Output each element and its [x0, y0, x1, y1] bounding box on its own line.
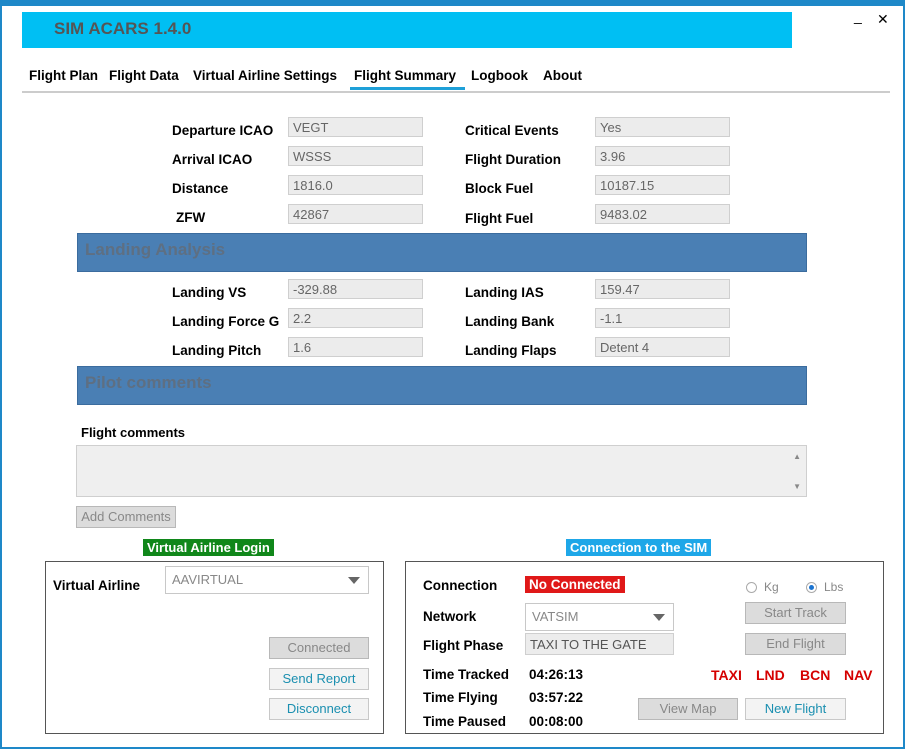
kg-radio[interactable] [746, 582, 757, 593]
distance-label: Distance [172, 181, 229, 196]
flight-duration-field[interactable]: 3.96 [595, 146, 730, 166]
network-label: Network [423, 609, 477, 624]
time-paused-value: 00:08:00 [529, 714, 584, 729]
flight-fuel-field[interactable]: 9483.02 [595, 204, 730, 224]
pilot-comments-title: Pilot comments [85, 373, 212, 392]
connection-status-badge: No Connected [525, 576, 625, 593]
chevron-down-icon [348, 577, 360, 584]
tab-flight-data[interactable]: Flight Data [109, 68, 179, 83]
time-flying-label: Time Flying [423, 690, 498, 705]
connected-button[interactable]: Connected [269, 637, 369, 659]
lbs-radio-label: Lbs [824, 580, 844, 594]
block-fuel-field[interactable]: 10187.15 [595, 175, 730, 195]
window-top-border [0, 0, 905, 6]
landing-pitch-label: Landing Pitch [172, 343, 262, 358]
tab-flight-plan[interactable]: Flight Plan [29, 68, 98, 83]
scroll-up-icon[interactable]: ▲ [793, 452, 801, 461]
new-flight-button[interactable]: New Flight [745, 698, 846, 720]
network-value: VATSIM [532, 609, 579, 624]
phase-indicator-taxi: TAXI [711, 667, 742, 683]
phase-indicator-nav: NAV [844, 667, 873, 683]
time-paused-label: Time Paused [423, 714, 507, 729]
distance-field[interactable]: 1816.0 [288, 175, 423, 195]
landing-flaps-label: Landing Flaps [465, 343, 557, 358]
flight-phase-field[interactable]: TAXI TO THE GATE [525, 633, 674, 655]
tab-virtual-airline-settings[interactable]: Virtual Airline Settings [193, 68, 337, 83]
flight-comments-label: Flight comments [81, 425, 186, 440]
flight-duration-label: Flight Duration [465, 152, 561, 167]
landing-bank-label: Landing Bank [465, 314, 555, 329]
end-flight-button[interactable]: End Flight [745, 633, 846, 655]
departure-icao-field[interactable]: VEGT [288, 117, 423, 137]
critical-events-field[interactable]: Yes [595, 117, 730, 137]
virtual-airline-label: Virtual Airline [53, 578, 141, 593]
start-track-button[interactable]: Start Track [745, 602, 846, 624]
tab-flight-summary[interactable]: Flight Summary [350, 68, 466, 90]
view-map-button[interactable]: View Map [638, 698, 738, 720]
flight-phase-label: Flight Phase [423, 638, 504, 653]
phase-indicator-bcn: BCN [800, 667, 831, 683]
minimize-button[interactable]: _ [854, 8, 862, 24]
critical-events-label: Critical Events [465, 123, 559, 138]
pilot-comments-header: Pilot comments [77, 366, 807, 405]
kg-radio-label: Kg [764, 580, 779, 594]
landing-analysis-header: Landing Analysis [77, 233, 807, 272]
landing-flaps-field[interactable]: Detent 4 [595, 337, 730, 357]
disconnect-button[interactable]: Disconnect [269, 698, 369, 720]
window-left-border [0, 0, 2, 749]
time-tracked-label: Time Tracked [423, 667, 510, 682]
flight-fuel-label: Flight Fuel [465, 211, 534, 226]
landing-ias-field[interactable]: 159.47 [595, 279, 730, 299]
phase-indicator-lnd: LND [756, 667, 785, 683]
landing-bank-field[interactable]: -1.1 [595, 308, 730, 328]
departure-icao-label: Departure ICAO [172, 123, 274, 138]
landing-analysis-title: Landing Analysis [85, 240, 226, 259]
landing-vs-label: Landing VS [172, 285, 247, 300]
tab-divider [22, 91, 890, 93]
time-flying-value: 03:57:22 [529, 690, 584, 705]
arrival-icao-field[interactable]: WSSS [288, 146, 423, 166]
sim-connection-title: Connection to the SIM [566, 539, 712, 556]
landing-ias-label: Landing IAS [465, 285, 544, 300]
tab-about[interactable]: About [543, 68, 582, 83]
landing-force-g-field[interactable]: 2.2 [288, 308, 423, 328]
network-dropdown[interactable]: VATSIM [525, 603, 674, 631]
close-button[interactable]: ✕ [877, 11, 889, 28]
landing-vs-field[interactable]: -329.88 [288, 279, 423, 299]
zfw-field[interactable]: 42867 [288, 204, 423, 224]
connection-label: Connection [423, 578, 498, 593]
flight-comments-textarea[interactable]: ▲ ▼ [76, 445, 807, 497]
virtual-airline-value: AAVIRTUAL [172, 572, 244, 587]
landing-pitch-field[interactable]: 1.6 [288, 337, 423, 357]
virtual-airline-dropdown[interactable]: AAVIRTUAL [165, 566, 369, 594]
va-login-title: Virtual Airline Login [143, 539, 274, 556]
landing-force-g-label: Landing Force G [172, 314, 280, 329]
chevron-down-icon [653, 614, 665, 621]
send-report-button[interactable]: Send Report [269, 668, 369, 690]
zfw-label: ZFW [176, 210, 206, 225]
time-tracked-value: 04:26:13 [529, 667, 584, 682]
lbs-radio[interactable] [806, 582, 817, 593]
scroll-down-icon[interactable]: ▼ [793, 482, 801, 491]
app-title: SIM ACARS 1.4.0 [54, 19, 192, 38]
block-fuel-label: Block Fuel [465, 181, 534, 196]
tab-logbook[interactable]: Logbook [471, 68, 528, 83]
add-comments-button[interactable]: Add Comments [76, 506, 176, 528]
arrival-icao-label: Arrival ICAO [172, 152, 253, 167]
